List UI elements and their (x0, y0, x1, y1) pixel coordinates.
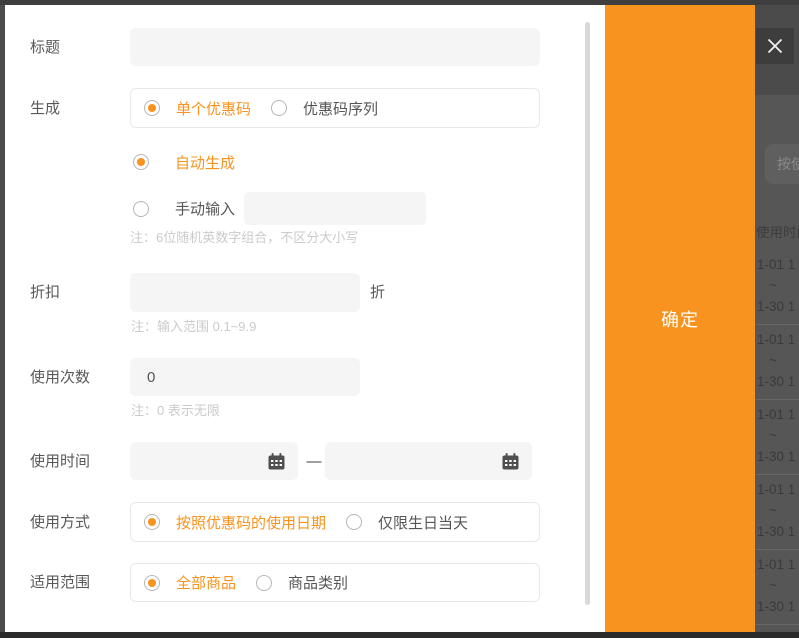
usage-count-note: 注：0 表示无限 (131, 402, 220, 420)
table-row: 1-01 1 ~ 1-30 1 (755, 550, 799, 625)
row-separator: ~ (755, 425, 791, 446)
by-coupon-date-label[interactable]: 按照优惠码的使用日期 (176, 512, 326, 533)
auto-generate-label[interactable]: 自动生成 (175, 152, 235, 173)
manual-input-row: 手动输入 (133, 192, 426, 225)
background-page: 按使 使用时间 1-01 1 ~ 1-30 1 1-01 1 ~ 1-30 1 … (755, 0, 799, 638)
usage-time-label: 使用时间 (30, 451, 90, 472)
row-start-date: 1-01 1 (755, 329, 799, 350)
generate-label: 生成 (30, 98, 60, 119)
row-separator: ~ (755, 575, 791, 596)
scope-label: 适用范围 (30, 572, 90, 593)
table-row: 1-01 1 ~ 1-30 1 (755, 250, 799, 325)
generate-options-group: 单个优惠码 优惠码序列 (130, 88, 540, 128)
all-products-label[interactable]: 全部商品 (176, 572, 236, 593)
calendar-icon (501, 452, 520, 471)
auto-generate-row: 自动生成 (133, 152, 235, 172)
row-start-date: 1-01 1 (755, 254, 799, 275)
discount-unit: 折 (370, 282, 385, 303)
row-start-date: 1-01 1 (755, 404, 799, 425)
row-start-date: 1-01 1 (755, 554, 799, 575)
discount-label: 折扣 (30, 282, 60, 303)
table-row: 1-01 1 ~ 1-30 1 (755, 475, 799, 550)
manual-input-label[interactable]: 手动输入 (175, 198, 235, 219)
radio-birthday-only[interactable] (346, 514, 362, 530)
code-series-option-label[interactable]: 优惠码序列 (303, 98, 378, 119)
backdrop-top-strip (0, 0, 799, 5)
row-separator: ~ (755, 275, 791, 296)
radio-product-category[interactable] (256, 575, 272, 591)
coupon-dialog-screen: 按使 使用时间 1-01 1 ~ 1-30 1 1-01 1 ~ 1-30 1 … (0, 0, 799, 638)
row-end-date: 1-30 1 (755, 446, 799, 467)
backdrop-bottom-strip (0, 632, 799, 638)
scope-group: 全部商品 商品类别 (130, 563, 540, 602)
usage-method-group: 按照优惠码的使用日期 仅限生日当天 (130, 502, 540, 542)
single-code-option-label[interactable]: 单个优惠码 (176, 98, 251, 119)
row-end-date: 1-30 1 (755, 596, 799, 617)
row-end-date: 1-30 1 (755, 521, 799, 542)
radio-manual-input[interactable] (133, 201, 149, 217)
radio-by-coupon-date[interactable] (144, 514, 160, 530)
radio-auto-generate[interactable] (133, 154, 149, 170)
usage-method-label: 使用方式 (30, 512, 90, 533)
row-end-date: 1-30 1 (755, 371, 799, 392)
radio-all-products[interactable] (144, 575, 160, 591)
backdrop-left-strip (0, 0, 5, 638)
start-date-input[interactable] (130, 442, 298, 480)
product-category-label[interactable]: 商品类别 (288, 572, 348, 593)
birthday-only-label[interactable]: 仅限生日当天 (378, 512, 468, 533)
row-end-date: 1-30 1 (755, 296, 799, 317)
close-icon (765, 36, 785, 56)
title-input[interactable] (130, 28, 540, 66)
calendar-icon (267, 452, 286, 471)
table-row: 1-01 1 ~ 1-30 1 (755, 325, 799, 400)
background-column-header: 使用时间 (756, 221, 799, 241)
close-button[interactable] (756, 28, 794, 64)
date-range-separator: — (304, 451, 324, 472)
background-table: 1-01 1 ~ 1-30 1 1-01 1 ~ 1-30 1 1-01 1 ~… (755, 250, 799, 625)
background-filter-button: 按使 (765, 144, 799, 184)
scrollbar-thumb[interactable] (585, 22, 590, 605)
discount-input[interactable] (130, 273, 360, 312)
code-note: 注：6位随机英数字组合，不区分大小写 (130, 229, 358, 247)
row-separator: ~ (755, 350, 791, 371)
end-date-input[interactable] (325, 442, 532, 480)
manual-code-input[interactable] (244, 192, 426, 225)
discount-note: 注：输入范围 0.1~9.9 (131, 318, 256, 336)
radio-code-series[interactable] (271, 100, 287, 116)
coupon-modal: 标题 生成 单个优惠码 优惠码序列 自动生成 手动输入 注：6位随机英数字组合，… (5, 5, 755, 632)
confirm-button[interactable]: 确定 (605, 5, 755, 632)
radio-single-code[interactable] (144, 100, 160, 116)
usage-count-label: 使用次数 (30, 367, 90, 388)
row-start-date: 1-01 1 (755, 479, 799, 500)
table-row: 1-01 1 ~ 1-30 1 (755, 400, 799, 475)
title-label: 标题 (30, 37, 60, 58)
usage-count-input[interactable] (130, 358, 360, 396)
background-filter-label: 按使 (777, 156, 799, 172)
row-separator: ~ (755, 500, 791, 521)
